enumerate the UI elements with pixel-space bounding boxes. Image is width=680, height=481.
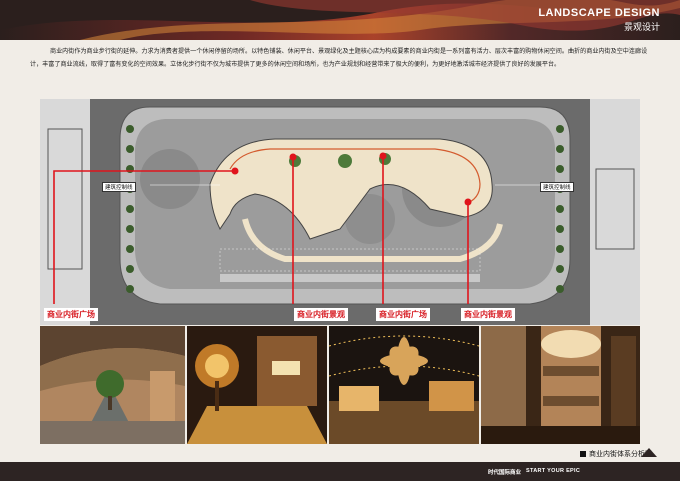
site-plan-drawing — [40, 99, 640, 325]
footer-slogan: START YOUR EPIC — [526, 468, 581, 474]
header-swirl-graphic — [0, 0, 680, 40]
atrium-photo — [40, 326, 185, 444]
night-street-photo — [187, 326, 327, 444]
triangle-marker-icon — [641, 448, 657, 457]
footer-tag: 时代国际商业 — [488, 470, 522, 476]
brand-title-cn: 景观设计 — [623, 23, 660, 33]
boundary-label-right: 建筑控制线 — [540, 182, 574, 192]
intro-paragraph: 商业内街作为商业步行街的延伸。力求为消费者提供一个休闲停留的场所。以特色铺装、休… — [30, 48, 648, 68]
page-header: LANDSCAPE DESIGN 景观设计 — [0, 0, 680, 40]
site-plan: 建筑控制线 建筑控制线 商业内街广场 商业内街景观 商业内街广场 商业内街景观 — [40, 99, 640, 325]
boundary-label-left: 建筑控制线 — [102, 182, 136, 192]
square-bullet-icon — [580, 451, 586, 457]
brand-title-en: LANDSCAPE DESIGN — [538, 7, 660, 19]
photo-strip — [40, 326, 640, 444]
interior-mall-photo — [481, 326, 640, 444]
caption-plaza-1: 商业内街广场 — [44, 308, 98, 321]
palm-plaza-photo — [329, 326, 479, 444]
caption-landscape-2: 商业内街景观 — [461, 308, 515, 321]
caption-landscape-1: 商业内街景观 — [294, 308, 348, 321]
caption-plaza-2: 商业内街广场 — [376, 308, 430, 321]
